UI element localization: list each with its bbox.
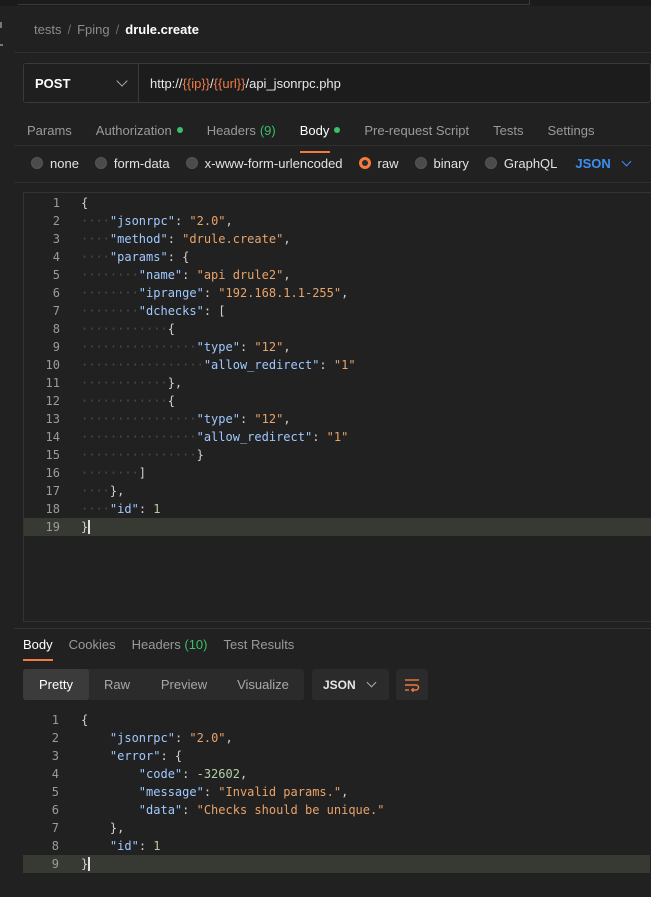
url-suffix: /api_jsonrpc.php — [245, 75, 341, 91]
radio-raw[interactable]: raw — [358, 156, 399, 171]
sidebar-edge-icon — [0, 22, 4, 28]
body-type-selector: none form-data x-www-form-urlencoded raw… — [31, 154, 632, 172]
method-select[interactable]: POST — [24, 64, 139, 102]
code-line: 4 ····"params": { — [52, 250, 190, 264]
radio-form-data[interactable]: form-data — [94, 156, 170, 171]
wrap-lines-button[interactable] — [396, 669, 428, 700]
radio-none[interactable]: none — [31, 156, 79, 171]
request-body-editor[interactable]: 1{ 2 ····"jsonrpc": "2.0", 3 ····"method":… — [23, 192, 651, 622]
url-prefix: http:// — [150, 75, 183, 91]
view-raw-button[interactable]: Raw — [89, 669, 145, 700]
url-variable-url: {{url}} — [213, 75, 246, 91]
response-headers-count: (10) — [184, 637, 208, 652]
code-line: 5 "message": "Invalid params.", — [51, 785, 349, 799]
text-cursor — [88, 857, 91, 872]
code-line: 13 ················"type": "12", — [45, 412, 291, 426]
code-line: 5 ········"name": "api drule2", — [52, 268, 291, 282]
tab-body[interactable]: Body — [299, 119, 341, 153]
divider — [14, 182, 651, 183]
breadcrumb-request[interactable]: drule.create — [125, 22, 199, 37]
text-cursor — [88, 520, 91, 535]
code-line: 3 ····"method": "drule.create", — [52, 232, 291, 246]
code-line: 15 ················} — [45, 448, 204, 462]
tab-cookies[interactable]: Cookies — [69, 637, 116, 653]
method-label: POST — [35, 75, 71, 91]
tab-pre-request-script[interactable]: Pre-request Script — [364, 119, 469, 141]
radio-icon — [358, 157, 371, 169]
status-dot-icon — [176, 127, 183, 133]
radio-urlencoded[interactable]: x-www-form-urlencoded — [185, 156, 343, 171]
response-body-viewer[interactable]: 1{ 2 "jsonrpc": "2.0", 3 "error": { 4 "c… — [23, 710, 651, 880]
code-line: 19} — [24, 518, 651, 536]
tab-authorization[interactable]: Authorization — [96, 119, 183, 141]
tab-params[interactable]: Params — [27, 119, 72, 141]
tab-headers[interactable]: Headers (9) — [207, 119, 276, 141]
view-mode-bar: Pretty Raw Preview Visualize — [23, 669, 304, 700]
code-line: 1{ — [51, 713, 89, 727]
code-line: 14 ················"allow_redirect": "1" — [45, 430, 349, 444]
wrap-lines-icon — [405, 678, 420, 692]
tab-settings[interactable]: Settings — [547, 119, 594, 141]
top-tab-strip — [0, 0, 651, 6]
breadcrumb-separator: / — [67, 22, 72, 37]
code-line: 12 ············{ — [45, 394, 175, 408]
divider — [14, 628, 651, 629]
code-line: 7 ········"dchecks": [ — [52, 304, 226, 318]
code-line: 9 ················"type": "12", — [52, 340, 291, 354]
chevron-down-icon — [116, 75, 128, 87]
code-line: 8 ············{ — [52, 322, 175, 336]
request-tabs: Params Authorization Headers (9) Body Pre… — [27, 119, 618, 153]
code-line: 2 "jsonrpc": "2.0", — [51, 731, 233, 745]
code-line: 9} — [23, 855, 650, 873]
tab-tests[interactable]: Tests — [493, 119, 523, 141]
radio-icon — [31, 157, 43, 169]
radio-graphql[interactable]: GraphQL — [484, 156, 557, 171]
radio-icon — [484, 157, 497, 169]
code-line: 8 "id": 1 — [51, 839, 161, 853]
radio-icon — [414, 157, 427, 169]
code-line: 10 ·················"allow_redirect": "1" — [45, 358, 356, 372]
tab-response-body[interactable]: Body — [23, 637, 53, 661]
radio-binary[interactable]: binary — [414, 156, 469, 171]
code-line: 7 }, — [51, 821, 125, 835]
view-visualize-button[interactable]: Visualize — [223, 669, 303, 700]
view-pretty-button[interactable]: Pretty — [23, 669, 89, 700]
breadcrumb: tests / Fping / drule.create — [34, 22, 199, 37]
url-variable-ip: {{ip}} — [182, 75, 211, 91]
divider — [14, 52, 651, 53]
response-format-select[interactable]: JSON — [312, 669, 389, 700]
code-line: 17 ····}, — [45, 484, 125, 498]
breadcrumb-collection[interactable]: tests — [34, 22, 61, 37]
chevron-down-icon — [366, 677, 377, 688]
tab-response-headers[interactable]: Headers (10) — [132, 637, 208, 653]
code-line: 16 ········] — [45, 466, 147, 480]
code-line: 6 "data": "Checks should be unique." — [51, 803, 385, 817]
language-select[interactable]: JSON — [575, 156, 632, 171]
breadcrumb-folder[interactable]: Fping — [77, 22, 110, 37]
divider — [14, 145, 651, 146]
sidebar-edge-mark — [0, 44, 3, 46]
code-line: 1{ — [52, 196, 89, 210]
status-dot-icon — [334, 127, 341, 133]
headers-count: (9) — [259, 122, 276, 138]
tab-test-results[interactable]: Test Results — [224, 637, 295, 653]
code-line: 18 ····"id": 1 — [45, 502, 161, 516]
code-line: 3 "error": { — [51, 749, 183, 763]
code-line: 11 ············}, — [45, 376, 183, 390]
code-line: 6 ········"iprange": "192.168.1.1-255", — [52, 286, 349, 300]
view-preview-button[interactable]: Preview — [145, 669, 223, 700]
radio-icon — [94, 157, 107, 169]
code-line: 2 ····"jsonrpc": "2.0", — [52, 214, 233, 228]
breadcrumb-separator: / — [115, 22, 120, 37]
url-bar: POST http://{{ip}} / {{url}}/api_jsonrpc.p… — [23, 63, 651, 103]
response-tabs: Body Cookies Headers (10) Test Results — [23, 637, 310, 661]
code-line: 4 "code": -32602, — [51, 767, 248, 781]
radio-icon — [185, 157, 198, 169]
url-input[interactable]: http://{{ip}} / {{url}}/api_jsonrpc.php — [139, 64, 341, 102]
chevron-down-icon — [621, 156, 632, 166]
